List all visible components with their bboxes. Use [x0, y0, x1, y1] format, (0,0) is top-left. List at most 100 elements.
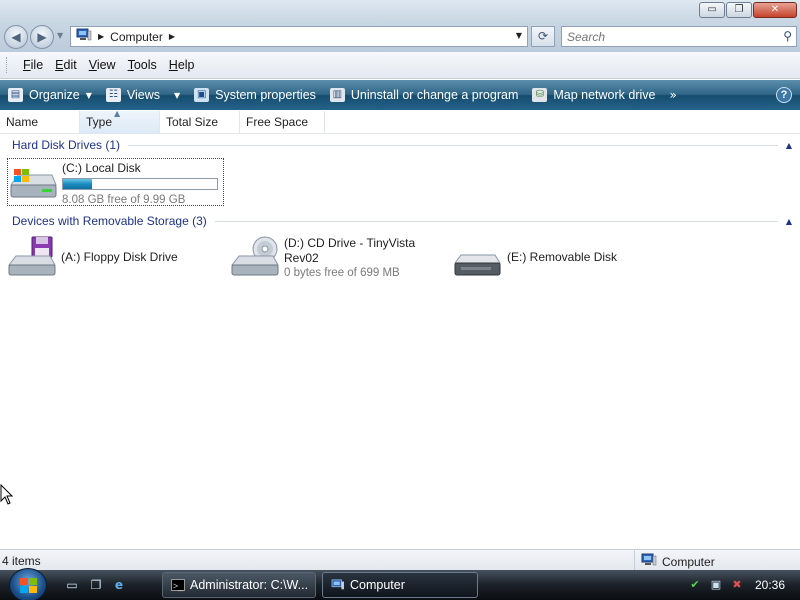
- drive-tile-d[interactable]: (D:) CD Drive - TinyVista Rev02 0 bytes …: [230, 235, 440, 281]
- column-header-row: Name ▲ Type Total Size Free Space: [0, 109, 800, 134]
- organize-dropdown-icon: ▼: [85, 90, 92, 100]
- drive-tile-c[interactable]: (C:) Local Disk 8.08 GB free of 9.99 GB: [7, 158, 224, 206]
- navigation-bar: ◀ ▶ ▼ ▶ Computer ▶ ▼ ⟳ ⚲: [0, 22, 800, 52]
- taskbar-button-label: Computer: [350, 578, 405, 592]
- show-desktop-icon[interactable]: ▭: [64, 577, 80, 593]
- system-properties-button[interactable]: ▣ System properties: [194, 88, 316, 102]
- organize-label: Organize: [29, 88, 80, 102]
- group-title: Hard Disk Drives (1): [12, 138, 121, 152]
- more-commands-icon[interactable]: »: [669, 88, 676, 102]
- display-icon[interactable]: ▣: [707, 577, 725, 593]
- menu-file-label: ile: [30, 58, 44, 72]
- menu-help-label: elp: [177, 58, 195, 72]
- organize-icon: ▤: [8, 88, 23, 102]
- switch-windows-icon[interactable]: ❐: [88, 577, 104, 593]
- menu-view[interactable]: View: [83, 58, 122, 72]
- refresh-button[interactable]: ⟳: [531, 26, 555, 47]
- breadcrumb-chevron-icon[interactable]: ▶: [169, 32, 175, 41]
- organize-button[interactable]: ▤ Organize ▼: [8, 88, 92, 102]
- taskbar-button-label: Administrator: C:\W...: [190, 578, 309, 592]
- menu-bar: File Edit View Tools Help: [0, 52, 800, 79]
- system-properties-icon: ▣: [194, 88, 210, 102]
- search-icon[interactable]: ⚲: [783, 29, 792, 43]
- drive-free-space: 0 bytes free of 699 MB: [284, 267, 400, 279]
- minimize-button[interactable]: ▭: [699, 2, 725, 18]
- mouse-cursor-icon: [0, 484, 14, 505]
- drive-info: (C:) Local Disk 8.08 GB free of 9.99 GB: [62, 161, 218, 206]
- drive-name: (E:) Removable Disk: [507, 250, 618, 264]
- start-button[interactable]: [9, 568, 47, 600]
- breadcrumb-computer[interactable]: Computer: [110, 30, 163, 44]
- floppy-drive-icon: [7, 235, 57, 279]
- status-bar: 4 items Computer: [0, 549, 800, 571]
- taskbar-button-cmd[interactable]: >_ Administrator: C:\W...: [162, 572, 316, 598]
- drive-tile-a[interactable]: (A:) Floppy Disk Drive: [7, 235, 217, 281]
- menu-view-label: iew: [96, 58, 116, 72]
- capacity-bar-fill: [63, 179, 93, 189]
- drive-name-line2: Rev02: [284, 251, 319, 265]
- network-status-icon[interactable]: ✔: [686, 577, 704, 593]
- status-separator: [634, 550, 635, 571]
- views-dropdown-icon: ▼: [174, 90, 181, 100]
- uninstall-program-button[interactable]: ▥ Uninstall or change a program: [329, 88, 519, 102]
- programs-icon: ▥: [329, 88, 345, 102]
- network-drive-icon: ⛁: [532, 88, 548, 102]
- computer-icon: [76, 28, 92, 45]
- menu-help[interactable]: Help: [163, 58, 201, 72]
- menu-file-accel: F: [23, 58, 31, 72]
- taskbar-button-computer[interactable]: Computer: [322, 572, 478, 598]
- menu-tools[interactable]: Tools: [122, 58, 163, 72]
- system-tray: ✔ ▣ ✖ 20:36: [686, 570, 800, 600]
- map-network-drive-button[interactable]: ⛁ Map network drive: [532, 88, 655, 102]
- cd-drive-icon: [230, 235, 280, 279]
- map-network-drive-label: Map network drive: [553, 88, 656, 102]
- drive-tile-e[interactable]: (E:) Removable Disk: [453, 235, 663, 281]
- recent-pages-dropdown[interactable]: ▼: [57, 31, 63, 40]
- views-label: Views: [126, 88, 161, 102]
- window-controls: ▭ ❐ ✕: [699, 2, 797, 18]
- search-box: ⚲: [561, 26, 797, 47]
- clock[interactable]: 20:36: [755, 578, 785, 592]
- forward-button[interactable]: ▶: [30, 25, 54, 49]
- drive-info: (E:) Removable Disk: [507, 235, 617, 281]
- drive-info: (D:) CD Drive - TinyVista Rev02 0 bytes …: [284, 235, 415, 281]
- group-title: Devices with Removable Storage (3): [12, 214, 207, 228]
- menu-edit-label: dit: [63, 58, 77, 72]
- menu-edit-accel: E: [55, 58, 64, 72]
- address-bar[interactable]: ▶ Computer ▶ ▼: [70, 26, 528, 47]
- drive-name: (D:) CD Drive - TinyVista: [284, 236, 416, 250]
- group-divider: [214, 220, 778, 222]
- help-button[interactable]: ?: [776, 87, 792, 103]
- menu-tools-label: ools: [133, 58, 157, 72]
- drive-info: (A:) Floppy Disk Drive: [61, 235, 178, 281]
- column-type[interactable]: ▲ Type: [80, 109, 160, 134]
- command-prompt-icon: >_: [171, 579, 185, 591]
- collapse-icon[interactable]: ▲: [786, 217, 792, 226]
- column-free-space[interactable]: Free Space: [240, 111, 325, 134]
- search-input[interactable]: [562, 27, 762, 46]
- internet-explorer-icon[interactable]: e: [111, 577, 127, 593]
- volume-muted-icon[interactable]: ✖: [728, 577, 746, 593]
- views-button[interactable]: ☷ Views ▼: [105, 88, 181, 102]
- back-button[interactable]: ◀: [4, 25, 28, 49]
- uninstall-program-label: Uninstall or change a program: [350, 88, 519, 102]
- column-name[interactable]: Name: [0, 111, 80, 134]
- group-header-removable[interactable]: Devices with Removable Storage (3) ▲: [12, 213, 792, 229]
- menu-file[interactable]: File: [17, 58, 49, 72]
- status-location-label: Computer: [662, 554, 715, 569]
- drive-name: (A:) Floppy Disk Drive: [61, 250, 178, 264]
- address-dropdown-icon[interactable]: ▼: [516, 31, 522, 40]
- menu-edit[interactable]: Edit: [49, 58, 83, 72]
- column-total-size[interactable]: Total Size: [160, 111, 240, 134]
- close-button[interactable]: ✕: [753, 2, 797, 18]
- taskbar: ▭ ❐ e >_ Administrator: C:\W... Computer…: [0, 568, 800, 600]
- menu-help-accel: H: [168, 58, 178, 72]
- computer-icon: [641, 553, 657, 570]
- breadcrumb-separator-icon[interactable]: ▶: [98, 32, 104, 41]
- collapse-icon[interactable]: ▲: [786, 141, 792, 150]
- capacity-bar: [62, 178, 218, 190]
- group-header-hard-disks[interactable]: Hard Disk Drives (1) ▲: [12, 137, 792, 153]
- system-properties-label: System properties: [215, 88, 316, 102]
- maximize-button[interactable]: ❐: [726, 2, 752, 18]
- sort-ascending-icon: ▲: [114, 109, 121, 118]
